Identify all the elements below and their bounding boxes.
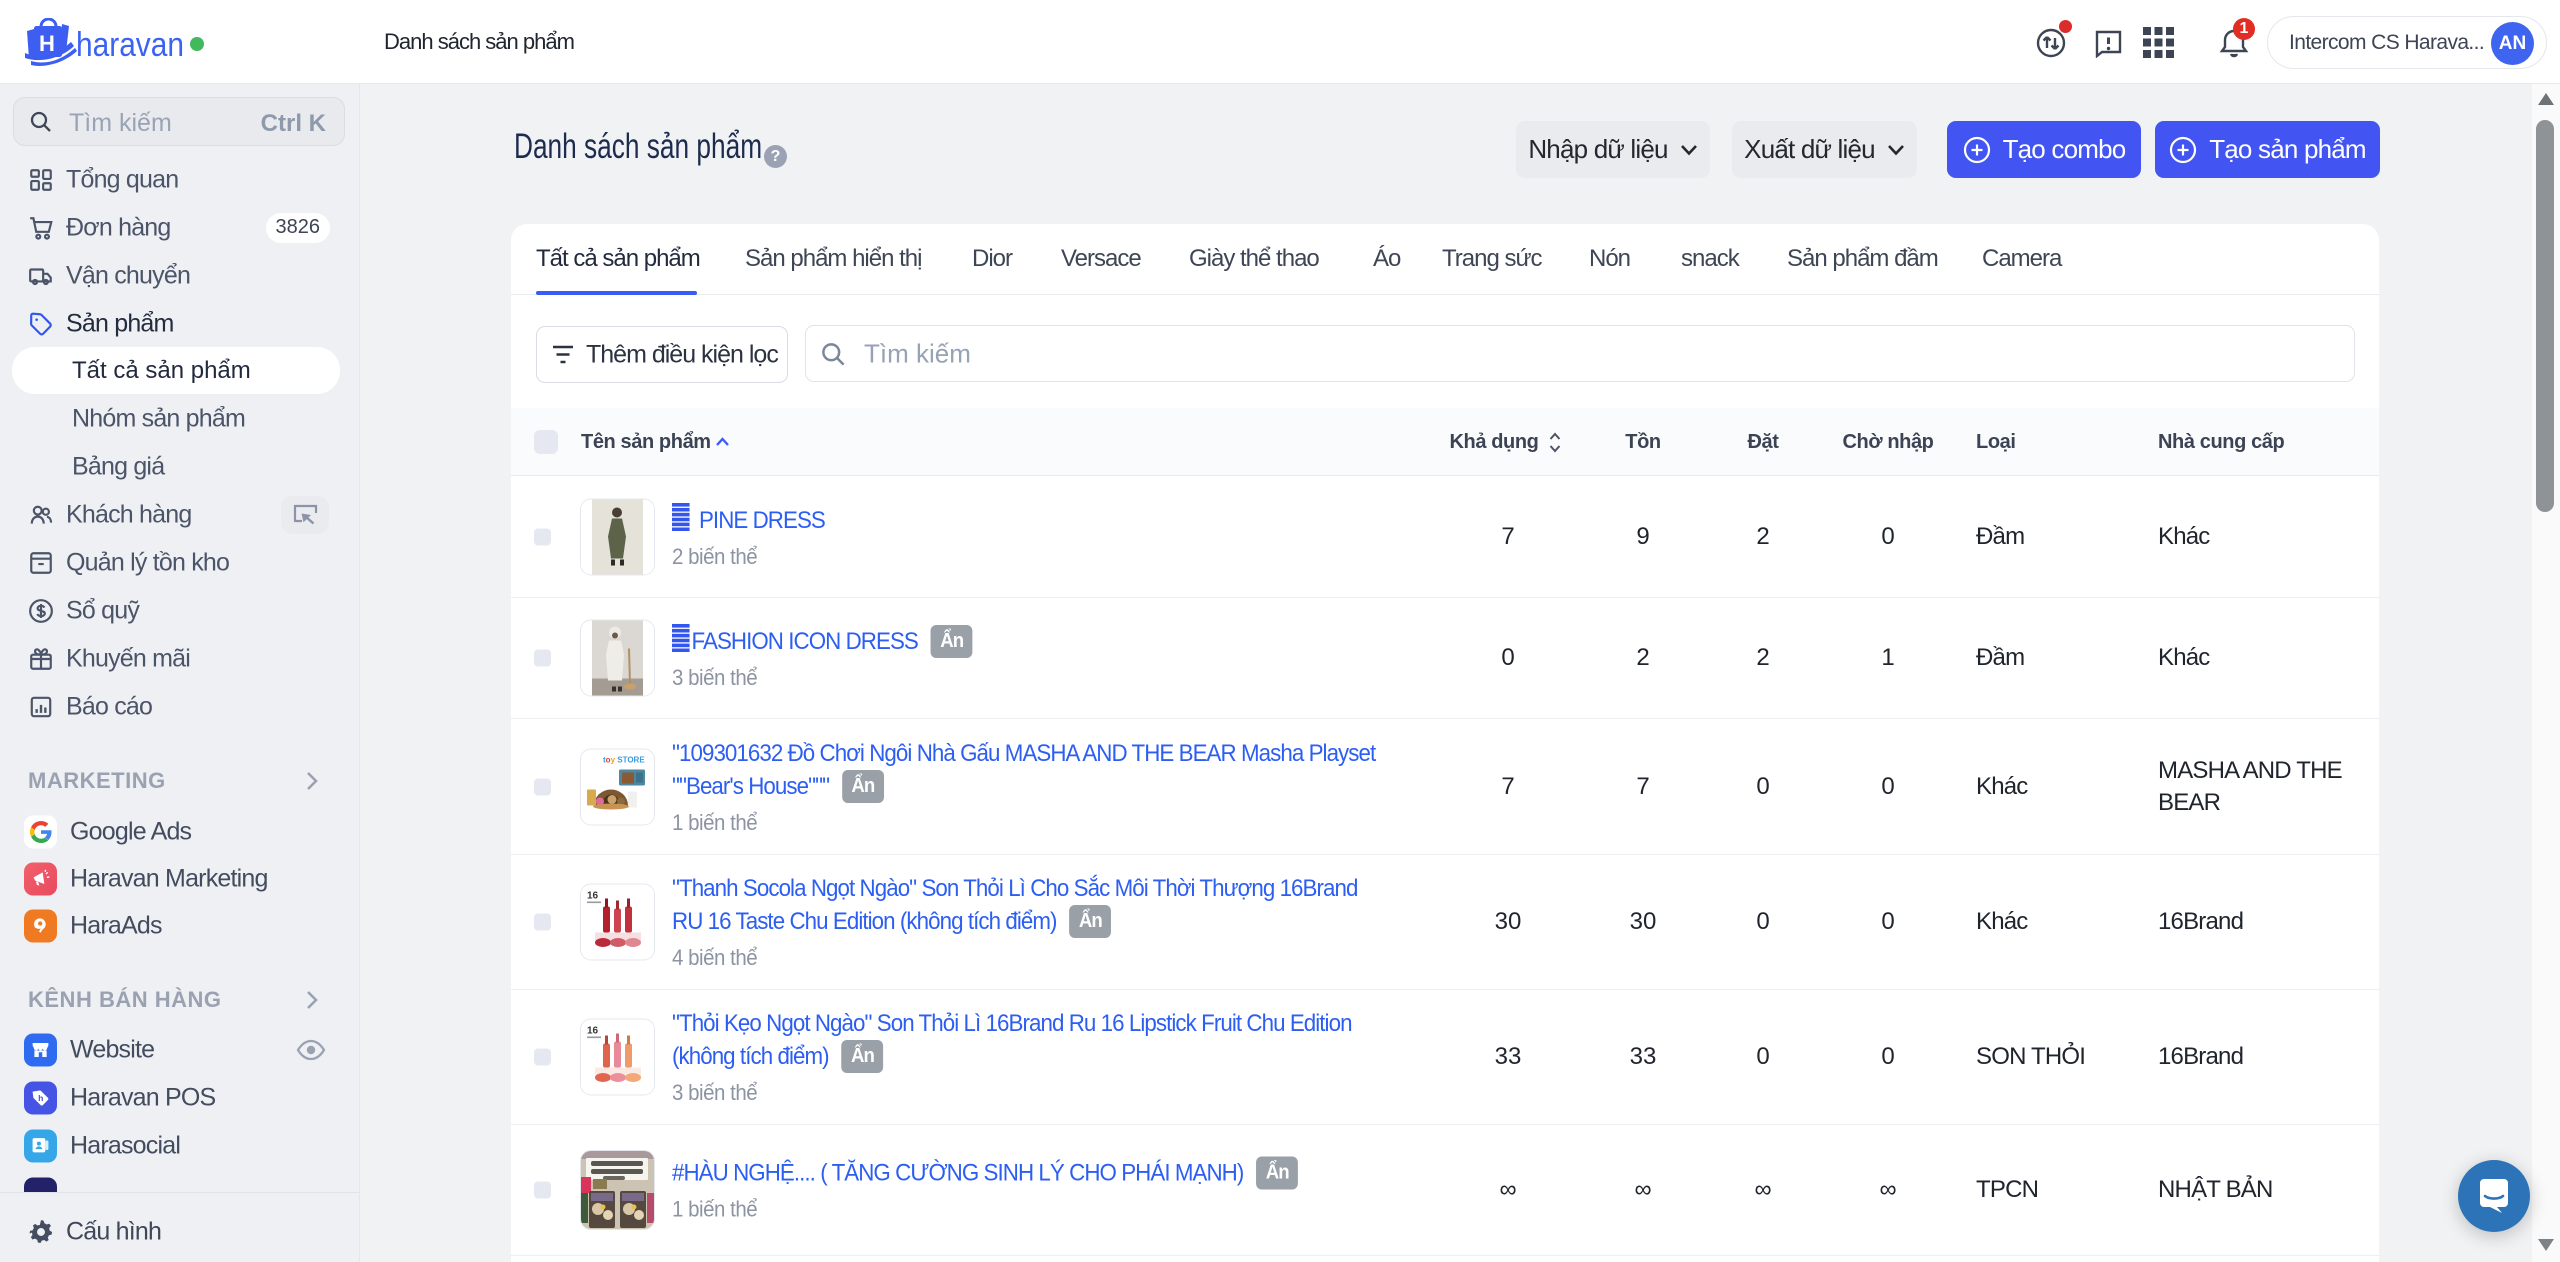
svg-text:h: h xyxy=(38,1093,43,1103)
svg-text:16: 16 xyxy=(587,1026,599,1037)
svg-text:haravan: haravan xyxy=(76,26,184,64)
svg-text:toy STORE: toy STORE xyxy=(603,755,645,764)
svg-text:H: H xyxy=(39,31,55,56)
svg-text:16: 16 xyxy=(587,891,599,902)
